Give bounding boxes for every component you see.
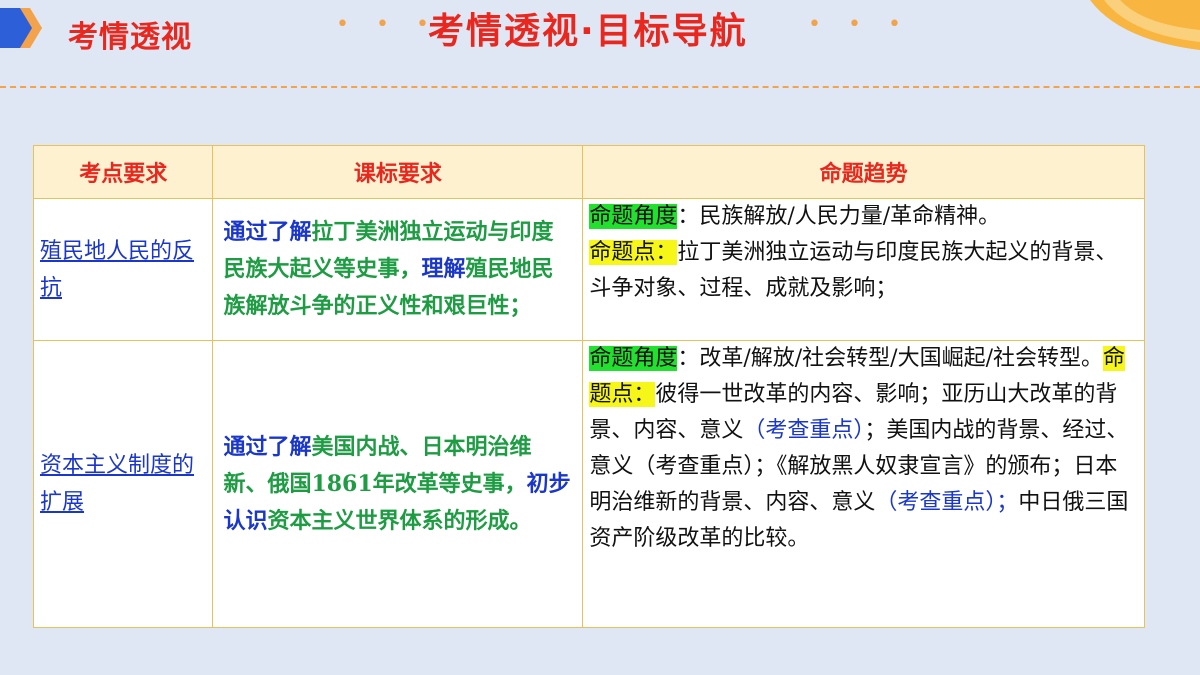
decorative-dots-right: • • • (808, 12, 911, 37)
table-row: 殖民地人民的反抗 通过了解拉丁美洲独立运动与印度民族大起义等史事，理解殖民地民族… (32, 198, 1145, 341)
angle-text: ：改革/解放/社会转型/大国崛起/社会转型。 (677, 346, 1103, 371)
decorative-dots-left: • • • (336, 12, 439, 37)
trend-cell: 命题角度：改革/解放/社会转型/大国崛起/社会转型。命题点：彼得一世改革的内容、… (582, 340, 1145, 628)
req-keyword: 通过了解 (223, 433, 312, 460)
topic-cell: 资本主义制度的扩展 (32, 340, 214, 628)
curriculum-cell: 通过了解拉丁美洲独立运动与印度民族大起义等史事，理解殖民地民族解放斗争的正义性和… (212, 198, 584, 341)
topic-link-capitalism-expansion[interactable]: 资本主义制度的扩展 (40, 453, 194, 515)
header-cell-curriculum: 课标要求 (212, 145, 584, 199)
topic-link-colonial-resistance[interactable]: 殖民地人民的反抗 (40, 239, 194, 301)
trend-cell: 命题角度：民族解放/人民力量/革命精神。 命题点：拉丁美洲独立运动与印度民族大起… (582, 198, 1145, 341)
blue-chevron-icon (0, 8, 42, 48)
req-content: 资本主义世界体系的形成。 (267, 507, 532, 534)
key-point-note: （考查重点） (743, 418, 865, 443)
dashed-divider (0, 86, 1200, 88)
page-title: 考情透视·目标导航 (428, 11, 748, 52)
key-point-note: （考查重点）； (875, 490, 1019, 515)
req-keyword: 通过了解 (223, 219, 312, 245)
angle-text: ：民族解放/人民力量/革命精神。 (677, 204, 1001, 229)
corner-decoration-icon (1090, 0, 1200, 50)
header-cell-trend: 命题趋势 (582, 145, 1145, 199)
topic-cell: 殖民地人民的反抗 (32, 198, 214, 341)
header-cell-topic: 考点要求 (32, 145, 214, 199)
curriculum-cell: 通过了解美国内战、日本明治维新、俄国1861年改革等史事，初步认识资本主义世界体… (212, 340, 584, 628)
req-keyword: 理解 (421, 256, 466, 282)
angle-label: 命题角度 (589, 204, 678, 229)
point-label: 命题点： (589, 240, 678, 265)
section-title: 考情透视 (68, 20, 192, 55)
table-header-row: 考点要求 课标要求 命题趋势 (32, 145, 1145, 199)
angle-label: 命题角度 (589, 346, 678, 371)
table-row: 资本主义制度的扩展 通过了解美国内战、日本明治维新、俄国1861年改革等史事，初… (32, 340, 1145, 628)
exam-analysis-table: 考点要求 课标要求 命题趋势 殖民地人民的反抗 通过了解拉丁美洲独立运动与印度民… (32, 145, 1145, 628)
